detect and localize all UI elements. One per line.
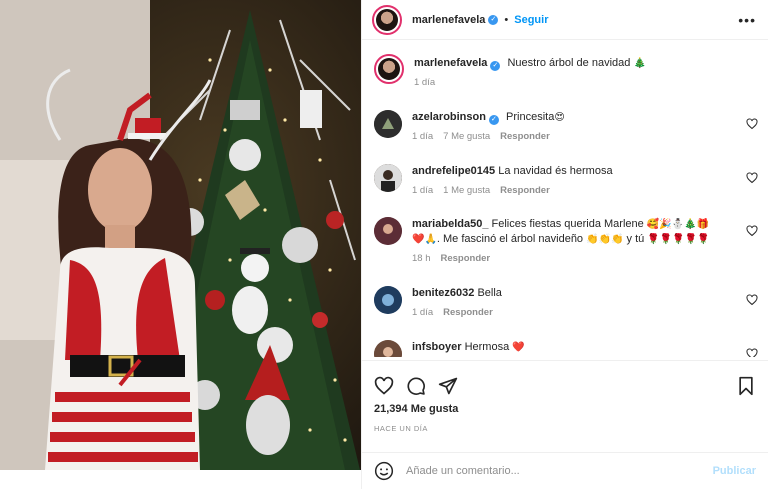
comment-username[interactable]: mariabelda50_ bbox=[412, 218, 488, 230]
like-comment-heart-icon[interactable] bbox=[746, 348, 758, 357]
separator-dot: • bbox=[504, 13, 509, 26]
add-comment-input[interactable] bbox=[406, 465, 713, 477]
comment-time: 1 día bbox=[412, 307, 434, 318]
reply-button[interactable]: Responder bbox=[443, 305, 493, 320]
caption-meta: 1 día bbox=[414, 75, 736, 90]
comment-text: azelarobinson ✓ Princesita😍 bbox=[412, 110, 736, 125]
commenter-avatar[interactable] bbox=[374, 110, 402, 138]
comment-row: andrefelipe0145 La navidad és hermosa 1 … bbox=[374, 164, 758, 198]
comment-time: 18 h bbox=[412, 253, 431, 264]
avatar-image bbox=[374, 110, 402, 138]
comment-body: Felices fiestas querida Marlene bbox=[491, 218, 644, 230]
comment-text: benitez6032 Bella bbox=[412, 286, 736, 301]
like-comment-heart-icon[interactable] bbox=[746, 118, 758, 130]
comment-row: infsboyer Hermosa ❤️ bbox=[374, 340, 758, 357]
comment-row: mariabelda50_ Felices fiestas querida Ma… bbox=[374, 217, 758, 266]
comment-meta: 1 día 1 Me gusta Responder bbox=[412, 183, 736, 198]
commenter-avatar[interactable] bbox=[374, 217, 402, 245]
likes-count[interactable]: 21,394 Me gusta bbox=[374, 403, 458, 415]
red-heart-emoji: ❤️ bbox=[512, 342, 525, 353]
reply-button[interactable]: Responder bbox=[441, 251, 491, 266]
caption-body: Nuestro árbol de navidad bbox=[507, 57, 631, 69]
clap-emoji: 👏👏👏 bbox=[586, 234, 624, 245]
reply-button[interactable]: Responder bbox=[500, 129, 550, 144]
caption-time: 1 día bbox=[414, 77, 436, 88]
caption-author-avatar[interactable] bbox=[374, 54, 404, 84]
comment-time: 1 día bbox=[412, 185, 434, 196]
comment-bubble-icon[interactable] bbox=[406, 376, 426, 396]
author-username[interactable]: marlenefavela bbox=[412, 14, 485, 26]
post-timestamp: HACE UN DÍA bbox=[374, 424, 428, 433]
avatar-image bbox=[374, 217, 402, 245]
commenter-avatar[interactable] bbox=[374, 340, 402, 357]
author-avatar[interactable] bbox=[372, 4, 402, 35]
comment-emoji-2: ❤️🙏 bbox=[412, 234, 437, 245]
comment-body-2: . Me fascinó el árbol navideño bbox=[436, 233, 584, 245]
comment-text: mariabelda50_ Felices fiestas querida Ma… bbox=[412, 217, 736, 247]
like-comment-heart-icon[interactable] bbox=[746, 172, 758, 184]
comment-meta: 1 día 7 Me gusta Responder bbox=[412, 129, 736, 144]
verified-badge-icon: ✓ bbox=[488, 14, 499, 25]
post-side-panel: marlenefavela ✓ • Seguir ••• marlenefave… bbox=[361, 0, 768, 489]
more-options-icon[interactable]: ••• bbox=[738, 12, 756, 28]
comment-meta: 18 h Responder bbox=[412, 251, 736, 266]
comment-username[interactable]: benitez6032 bbox=[412, 287, 474, 299]
verified-badge-icon: ✓ bbox=[490, 61, 501, 71]
comment-body: Princesita bbox=[506, 111, 555, 123]
comment-body: Bella bbox=[477, 287, 502, 299]
instagram-post-modal: marlenefavela ✓ • Seguir ••• marlenefave… bbox=[0, 0, 768, 489]
commenter-avatar[interactable] bbox=[374, 164, 402, 192]
comment-body-3: y tú bbox=[626, 233, 645, 245]
comment-emoji: 😍 bbox=[554, 112, 565, 123]
comment-username[interactable]: infsboyer bbox=[412, 341, 462, 353]
like-comment-heart-icon[interactable] bbox=[746, 294, 758, 306]
comment-body: Hermosa bbox=[464, 341, 510, 353]
avatar-image bbox=[374, 286, 402, 314]
comment-text: infsboyer Hermosa ❤️ bbox=[412, 340, 736, 355]
share-send-icon[interactable] bbox=[438, 376, 458, 396]
emoji-smiley-icon[interactable] bbox=[374, 461, 394, 481]
comment-text: andrefelipe0145 La navidad és hermosa bbox=[412, 164, 736, 179]
comments-list[interactable]: marlenefavela ✓ Nuestro árbol de navidad … bbox=[362, 45, 768, 357]
comment-emoji: 🥰🎉⛄🎄🎁 bbox=[646, 219, 710, 230]
comment-body: La navidad és hermosa bbox=[498, 165, 613, 177]
comment-likes[interactable]: 7 Me gusta bbox=[443, 129, 490, 144]
verified-badge-icon: ✓ bbox=[488, 115, 499, 125]
comment-row: azelarobinson ✓ Princesita😍 1 día 7 Me gu… bbox=[374, 110, 758, 144]
comment-likes[interactable]: 1 Me gusta bbox=[443, 183, 490, 198]
avatar-image bbox=[374, 340, 402, 357]
like-comment-heart-icon[interactable] bbox=[746, 225, 758, 237]
post-action-bar bbox=[362, 360, 768, 402]
caption-username[interactable]: marlenefavela bbox=[414, 57, 487, 69]
save-bookmark-icon[interactable] bbox=[736, 376, 756, 396]
christmas-photo-illustration bbox=[0, 0, 361, 470]
post-photo[interactable] bbox=[0, 0, 361, 470]
follow-button[interactable]: Seguir bbox=[514, 14, 548, 26]
rose-emoji: 🌹🌹🌹🌹🌹 bbox=[647, 234, 710, 245]
caption-text: marlenefavela ✓ Nuestro árbol de navidad … bbox=[414, 56, 736, 71]
commenter-avatar[interactable] bbox=[374, 286, 402, 314]
reply-button[interactable]: Responder bbox=[500, 183, 550, 198]
comment-time: 1 día bbox=[412, 131, 434, 142]
comment-meta: 1 día Responder bbox=[412, 305, 736, 320]
like-heart-icon[interactable] bbox=[374, 376, 394, 396]
comment-username[interactable]: andrefelipe0145 bbox=[412, 165, 495, 177]
add-comment-bar: Publicar bbox=[362, 452, 768, 489]
publish-button[interactable]: Publicar bbox=[713, 465, 756, 477]
comment-username[interactable]: azelarobinson bbox=[412, 111, 486, 123]
tree-emoji: 🎄 bbox=[633, 58, 646, 69]
comment-row: benitez6032 Bella 1 día Responder bbox=[374, 286, 758, 320]
caption-row: marlenefavela ✓ Nuestro árbol de navidad … bbox=[374, 54, 758, 90]
post-header: marlenefavela ✓ • Seguir ••• bbox=[362, 0, 768, 40]
avatar-image bbox=[374, 164, 402, 192]
